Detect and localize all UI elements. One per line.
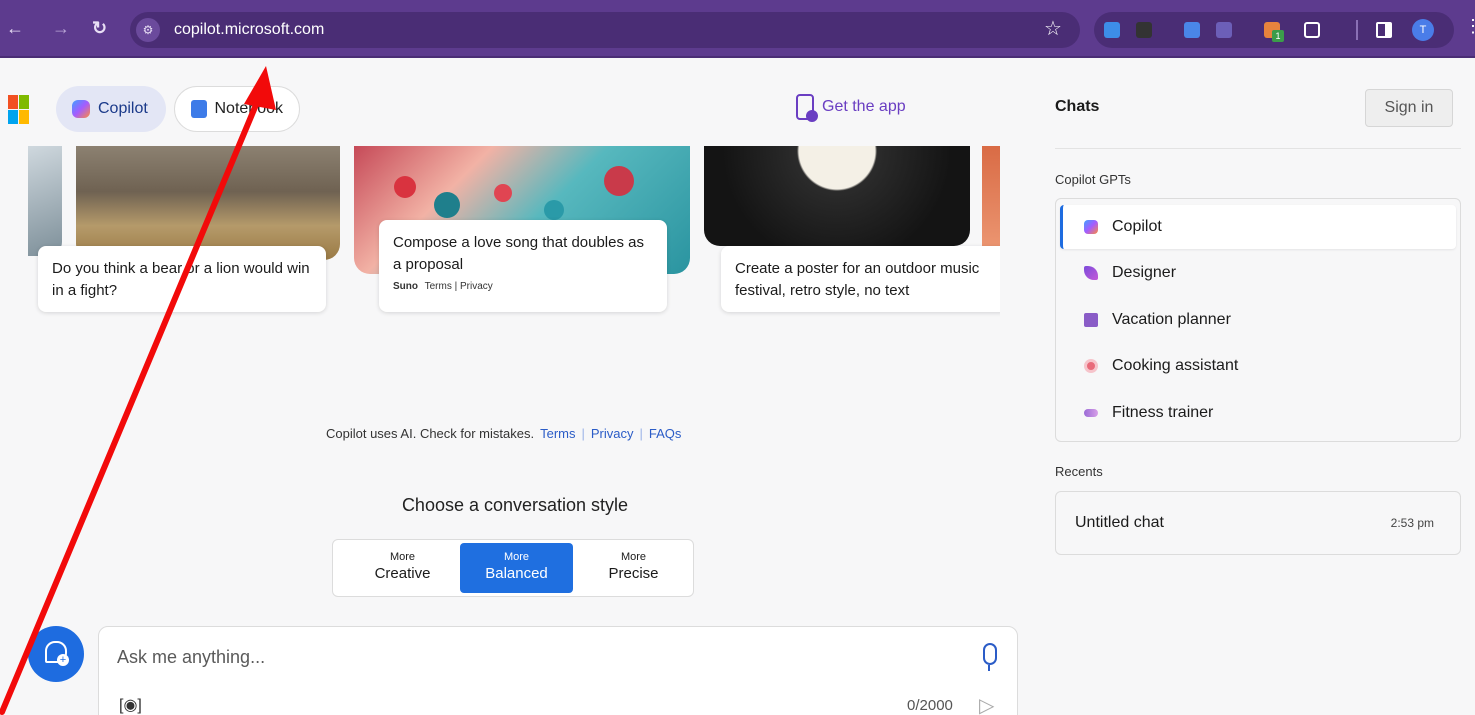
recent-chat-item[interactable]: Untitled chat 2:53 pm (1055, 491, 1461, 555)
reload-icon[interactable]: ↻ (92, 18, 107, 38)
menu-kebab-icon[interactable]: ⋮ (1464, 16, 1475, 37)
disclaimer-text: Copilot uses AI. Check for mistakes. (326, 426, 535, 441)
gpt-item-vacation-planner[interactable]: Vacation planner (1060, 298, 1456, 342)
copilot-icon (1084, 220, 1098, 234)
faqs-link[interactable]: FAQs (649, 426, 682, 441)
tab-notebook[interactable]: Notebook (174, 86, 300, 132)
suggestion-card[interactable]: Compose a love song that doubles as a pr… (379, 220, 667, 312)
gpt-label: Cooking assistant (1112, 357, 1239, 374)
character-counter: 0/2000 (907, 697, 953, 714)
send-icon[interactable]: ▷ (979, 693, 994, 715)
gpts-section-label: Copilot GPTs (1055, 172, 1131, 187)
card-attribution: Suno Terms | Privacy (393, 280, 653, 294)
recents-section-label: Recents (1055, 464, 1103, 479)
back-arrow-icon[interactable]: ← (6, 18, 24, 38)
style-label: Precise (608, 565, 659, 582)
gpt-item-designer[interactable]: Designer (1060, 251, 1456, 295)
style-balanced-button[interactable]: More Balanced (460, 543, 573, 593)
notebook-icon (191, 100, 207, 118)
input-placeholder: Ask me anything... (117, 647, 266, 667)
card-image (704, 146, 970, 246)
sign-in-button[interactable]: Sign in (1365, 89, 1453, 127)
tab-label: Copilot (98, 100, 148, 117)
style-qualifier: More (389, 551, 416, 563)
gpt-label: Vacation planner (1112, 311, 1231, 328)
conversation-style-selector: More Creative More Balanced More Precise (332, 539, 694, 597)
suggestion-carousel: Do you think a bear or a lion would win … (28, 146, 1000, 326)
card-text: Create a poster for an outdoor music fes… (735, 260, 980, 299)
extension-icon[interactable] (1104, 22, 1120, 38)
divider (1055, 148, 1461, 149)
designer-icon (1084, 266, 1098, 280)
card-text: Do you think a bear or a lion would win … (52, 260, 310, 299)
gpt-item-cooking-assistant[interactable]: Cooking assistant (1060, 344, 1456, 388)
gpt-label: Designer (1112, 264, 1177, 281)
attribution-links[interactable]: Terms | Privacy (425, 281, 493, 292)
gpts-list: Copilot Designer Vacation planner Cookin… (1055, 198, 1461, 442)
divider (1356, 20, 1358, 40)
style-qualifier: More (620, 551, 647, 563)
recent-chat-time: 2:53 pm (1390, 516, 1434, 530)
recent-chat-title: Untitled chat (1075, 514, 1164, 531)
url-text[interactable]: copilot.microsoft.com (174, 21, 324, 39)
get-app-link[interactable]: Get the app (796, 94, 906, 122)
divider: | (639, 426, 643, 441)
address-bar[interactable]: ⚙ copilot.microsoft.com (130, 12, 1080, 48)
gpt-label: Copilot (1112, 218, 1162, 235)
microsoft-logo-icon[interactable] (8, 95, 30, 125)
visual-search-icon[interactable]: [◉] (119, 695, 142, 715)
cooking-icon (1084, 359, 1098, 373)
extension-icon[interactable] (1136, 22, 1152, 38)
puzzle-icon[interactable] (1304, 22, 1320, 38)
extension-icon[interactable] (1216, 22, 1232, 38)
side-panel-icon[interactable] (1376, 22, 1392, 38)
suggestion-card[interactable]: Create a poster for an outdoor music fes… (721, 246, 1000, 312)
style-qualifier: More (503, 551, 530, 563)
privacy-link[interactable]: Privacy (591, 426, 634, 441)
chat-input[interactable]: Ask me anything... [◉] 0/2000 ▷ (98, 626, 1018, 715)
style-label: Balanced (485, 565, 548, 582)
gpt-item-fitness-trainer[interactable]: Fitness trainer (1060, 391, 1456, 435)
copilot-icon (72, 100, 90, 118)
attribution-brand: Suno (393, 281, 418, 292)
card-image (76, 146, 340, 260)
suggestion-card[interactable]: Do you think a bear or a lion would win … (38, 246, 326, 312)
card-text: Compose a love song that doubles as a pr… (393, 234, 644, 273)
ai-disclaimer: Copilot uses AI. Check for mistakes. Ter… (326, 426, 681, 441)
card-image (28, 146, 62, 256)
tab-copilot[interactable]: Copilot (56, 86, 166, 132)
sidebar-title: Chats (1055, 98, 1100, 115)
browser-toolbar: ← → ↻ ⚙ copilot.microsoft.com ☆ 1 T ⋮ (0, 0, 1475, 58)
site-settings-icon[interactable]: ⚙ (136, 18, 160, 42)
divider: | (581, 426, 585, 441)
extension-badge: 1 (1272, 30, 1284, 42)
extension-icon[interactable] (1184, 22, 1200, 38)
bookmark-star-icon[interactable]: ☆ (1044, 16, 1062, 41)
gpt-label: Fitness trainer (1112, 404, 1214, 421)
get-app-label: Get the app (822, 98, 906, 115)
new-topic-button[interactable]: + (28, 626, 84, 682)
tab-label: Notebook (214, 100, 284, 117)
microphone-icon[interactable] (983, 643, 997, 671)
style-precise-button[interactable]: More Precise (577, 543, 690, 593)
extension-icon[interactable]: 1 (1264, 22, 1284, 42)
forward-arrow-icon[interactable]: → (52, 18, 70, 38)
conversation-style-title: Choose a conversation style (401, 495, 629, 515)
dumbbell-icon (1084, 409, 1098, 417)
suitcase-icon (1084, 313, 1098, 327)
terms-link[interactable]: Terms (540, 426, 575, 441)
plus-icon: + (57, 654, 69, 666)
phone-icon (796, 94, 818, 122)
style-creative-button[interactable]: More Creative (346, 543, 459, 593)
style-label: Creative (374, 565, 431, 582)
gpt-item-copilot[interactable]: Copilot (1060, 205, 1456, 249)
profile-avatar[interactable]: T (1412, 19, 1434, 41)
extensions-strip: 1 T (1094, 12, 1454, 48)
